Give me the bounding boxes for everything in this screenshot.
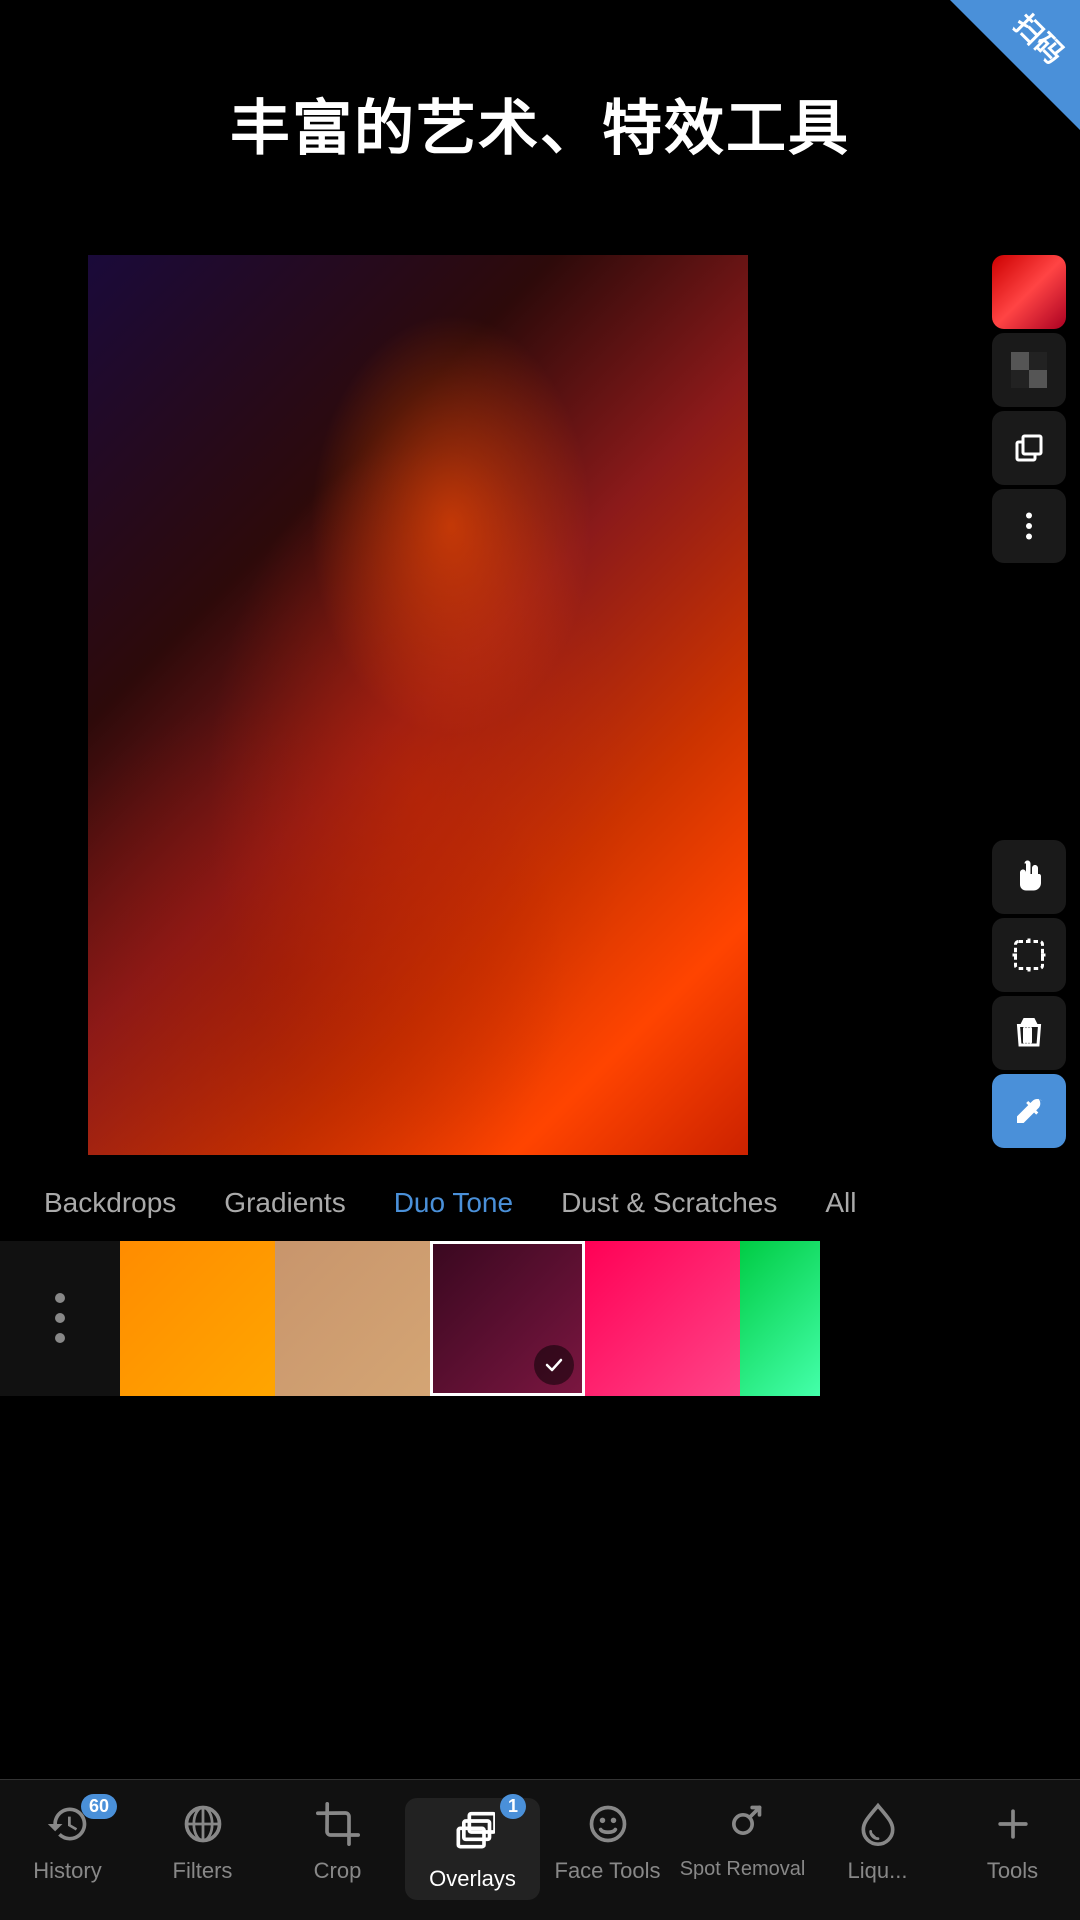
face-tools-label: Face Tools	[555, 1858, 661, 1884]
overlays-label: Overlays	[429, 1866, 516, 1892]
swatch-purple-red[interactable]	[430, 1241, 585, 1396]
filters-icon-container	[177, 1798, 229, 1850]
spot-removal-icon-container	[717, 1798, 769, 1850]
overlays-badge: 1	[500, 1794, 526, 1819]
check-icon	[543, 1354, 565, 1376]
page-title: 丰富的艺术、特效工具	[0, 80, 1080, 167]
hand-tool-button[interactable]	[992, 840, 1066, 914]
swatch-menu-icon	[46, 1288, 74, 1348]
crop-icon-container	[312, 1798, 364, 1850]
nav-item-overlays[interactable]: 1 Overlays	[405, 1798, 540, 1900]
filter-tab-duotone[interactable]: Duo Tone	[370, 1177, 537, 1229]
face-tools-icon-container	[582, 1798, 634, 1850]
tools-icon-container	[987, 1798, 1039, 1850]
crop-label: Crop	[314, 1858, 362, 1884]
nav-item-filters[interactable]: Filters	[135, 1798, 270, 1884]
history-label: History	[33, 1858, 101, 1884]
select-tool-button[interactable]	[992, 918, 1066, 992]
spot-removal-icon	[721, 1802, 765, 1846]
main-image	[88, 255, 748, 1155]
checker-icon	[1011, 352, 1047, 388]
more-options-button[interactable]	[992, 489, 1066, 563]
tools-icon	[991, 1802, 1035, 1846]
overlay-swatches	[0, 1238, 1080, 1398]
nav-item-face-tools[interactable]: Face Tools	[540, 1798, 675, 1884]
swatch-tan[interactable]	[275, 1241, 430, 1396]
liquify-label: Liqu...	[848, 1858, 908, 1884]
filter-tab-all[interactable]: All	[801, 1177, 880, 1229]
nav-item-crop[interactable]: Crop	[270, 1798, 405, 1884]
face-tools-icon	[586, 1802, 630, 1846]
delete-button[interactable]	[992, 996, 1066, 1070]
overlays-icon	[451, 1810, 495, 1854]
bottom-nav: 60 History Filters Crop 1	[0, 1780, 1080, 1920]
overlays-icon-container	[447, 1806, 499, 1858]
select-icon	[1011, 937, 1047, 973]
swatch-orange[interactable]	[120, 1241, 275, 1396]
transparency-button[interactable]	[992, 333, 1066, 407]
nav-item-liquify[interactable]: Liqu...	[810, 1798, 945, 1884]
photo-overlay	[88, 255, 748, 1155]
corner-badge-text: 扫码	[1006, 4, 1074, 72]
filter-tab-gradients[interactable]: Gradients	[200, 1177, 369, 1229]
history-badge: 60	[81, 1794, 117, 1819]
liquify-icon-container	[852, 1798, 904, 1850]
liquify-icon	[856, 1802, 900, 1846]
right-toolbar-upper	[992, 255, 1070, 563]
swatch-selected-check	[534, 1345, 574, 1385]
more-icon	[1011, 508, 1047, 544]
duplicate-icon	[1011, 430, 1047, 466]
nav-item-tools[interactable]: Tools	[945, 1798, 1080, 1884]
filters-label: Filters	[173, 1858, 233, 1884]
eyedropper-button[interactable]	[992, 1074, 1066, 1148]
filter-tabs: Backdrops Gradients Duo Tone Dust & Scra…	[0, 1168, 1080, 1238]
swatch-pink[interactable]	[585, 1241, 740, 1396]
nav-item-history[interactable]: 60 History	[0, 1798, 135, 1884]
spot-removal-label: Spot Removal	[680, 1858, 806, 1881]
filter-tab-backdrops[interactable]: Backdrops	[20, 1177, 200, 1229]
swatch-menu[interactable]	[0, 1241, 120, 1396]
filter-tab-dust[interactable]: Dust & Scratches	[537, 1177, 801, 1229]
main-image-container	[88, 255, 748, 1155]
eyedropper-icon	[1011, 1093, 1047, 1129]
delete-icon	[1011, 1015, 1047, 1051]
filters-icon	[181, 1802, 225, 1846]
duplicate-button[interactable]	[992, 411, 1066, 485]
hand-icon	[1011, 859, 1047, 895]
crop-icon	[316, 1802, 360, 1846]
tools-label: Tools	[987, 1858, 1038, 1884]
right-toolbar-lower	[992, 840, 1070, 1148]
color-picker-button[interactable]	[992, 255, 1066, 329]
nav-item-spot-removal[interactable]: Spot Removal	[675, 1798, 810, 1881]
swatch-green-partial[interactable]	[740, 1241, 820, 1396]
